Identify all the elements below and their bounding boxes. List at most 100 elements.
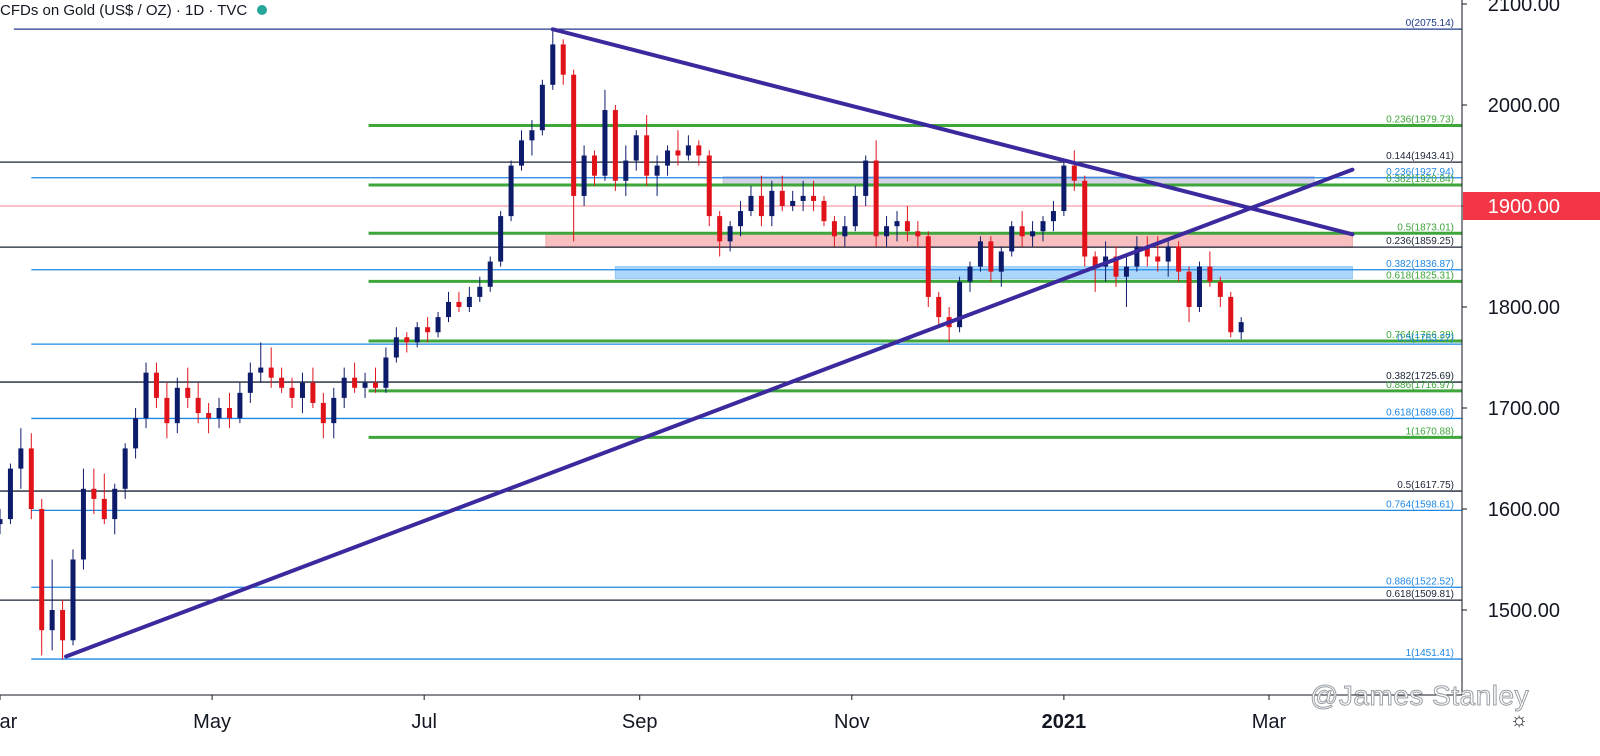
candle-body (1061, 165, 1067, 212)
time-tick-label: Nov (834, 711, 870, 733)
candle-body (884, 226, 890, 237)
candle-body (831, 221, 837, 237)
candle-body (612, 110, 618, 181)
price-tick-label: 1500.00 (1488, 600, 1560, 622)
fib-level-label: 0.5(1617.75) (1397, 480, 1454, 491)
candle-body (1165, 246, 1171, 262)
candle-body (685, 145, 691, 156)
gold-candlestick-chart[interactable]: 0(2075.14) 0.236(1979.73) 0.144(1943.41) 0.… (0, 0, 1600, 756)
candle-body (550, 44, 556, 85)
candle-body (122, 448, 128, 489)
candle-body (247, 372, 253, 393)
candle-body (195, 397, 201, 414)
fib-level-label: 0.886(1716.97) (1386, 380, 1454, 391)
fib-level-label: 0.236(1979.73) (1386, 114, 1454, 125)
fib-level-label: 0.382(1920.84) (1386, 174, 1454, 185)
candle-body (174, 387, 180, 424)
candle-body (696, 145, 702, 156)
candle-body (60, 610, 66, 641)
fib-level-label: 0.618(1825.31) (1386, 270, 1454, 281)
candle-body (560, 44, 566, 75)
candle-body (988, 241, 994, 272)
candle-body (644, 135, 650, 176)
price-axis[interactable]: 2100.00 2000.00 1900.00 1800.00 1700.00 1600.… (1461, 0, 1600, 756)
candle-body (1040, 221, 1046, 232)
candle-body (842, 226, 848, 237)
candle-body (362, 382, 368, 388)
candle-body (237, 392, 243, 419)
price-tick-label: 2000.00 (1488, 95, 1560, 117)
candle-body (894, 221, 900, 227)
candle-body (602, 110, 608, 176)
resistance-zone (545, 232, 1353, 248)
time-axis[interactable]: Mar May Jul Sep Nov 2021 Mar (0, 694, 1462, 756)
candle-body (925, 236, 931, 297)
candle-body (70, 559, 76, 641)
candle-body (258, 367, 264, 373)
candle-body (310, 382, 316, 403)
candle-body (571, 74, 577, 196)
candle-body (675, 150, 681, 156)
candle-body (153, 372, 159, 398)
time-tick-label: Mar (1252, 711, 1287, 733)
candle-body (811, 195, 817, 201)
candle-body (581, 155, 587, 196)
candle-body (1123, 266, 1129, 277)
candle-body (133, 418, 139, 449)
candle-body (967, 266, 973, 282)
time-tick-label: Jul (411, 711, 437, 733)
fib-level-label: 0(2075.14) (1406, 18, 1454, 29)
candle-body (1207, 266, 1213, 282)
time-tick-label: Sep (622, 711, 658, 733)
candle-body (185, 387, 191, 398)
candle-body (487, 261, 493, 287)
candle-body (633, 135, 639, 161)
fibonacci-levels: 0(2075.14) 0.236(1979.73) 0.144(1943.41) 0.… (0, 18, 1462, 660)
fib-level-label: 0.618(1689.68) (1386, 407, 1454, 418)
candle-body (748, 195, 754, 212)
candle-body (0, 519, 3, 525)
symbol-title[interactable]: CFDs on Gold (US$ / OZ) · 1D · TVC (0, 2, 247, 19)
candle-body (1009, 226, 1015, 252)
fib-level-label: 0.236(1859.25) (1386, 236, 1454, 247)
candle-body (1217, 281, 1223, 297)
fib-level-label: 0.5(1763.27) (1397, 333, 1454, 344)
candle-body (372, 382, 378, 388)
candle-body (508, 165, 514, 217)
candle-body (393, 337, 399, 358)
candle-body (226, 408, 232, 419)
candle-body (341, 377, 347, 398)
gear-icon[interactable]: ☼ (1507, 708, 1531, 732)
candle-body (383, 357, 389, 388)
candle-body (779, 190, 785, 206)
candle-body (529, 130, 535, 141)
descending-trendline (550, 27, 1355, 237)
candle-body (1196, 266, 1202, 307)
price-tick-label: 1600.00 (1488, 499, 1560, 521)
candle-body (39, 509, 45, 631)
candle-body (769, 190, 775, 217)
candle-body (91, 488, 97, 499)
candle-body (466, 296, 472, 307)
candle-body (164, 397, 170, 424)
fib-level-label: 0.886(1522.52) (1386, 576, 1454, 587)
fib-level-label: 0.144(1943.41) (1386, 151, 1454, 162)
fib-level-label: 1(1670.88) (1406, 426, 1454, 437)
candle-body (821, 200, 827, 222)
fib-level-label: 0.618(1509.81) (1386, 589, 1454, 600)
market-open-dot-icon (257, 5, 268, 15)
support-zone (614, 266, 1353, 280)
candle-body (80, 488, 86, 560)
candle-body (1155, 256, 1161, 262)
candle-body (299, 382, 305, 398)
candle-body (7, 468, 13, 520)
time-tick-label: May (193, 711, 231, 733)
price-tick-label: 1700.00 (1488, 398, 1560, 420)
candle-body (623, 160, 629, 181)
candle-body (435, 317, 441, 333)
price-tick-label: 2100.00 (1488, 0, 1560, 16)
candle-body (790, 200, 796, 206)
candle-body (28, 448, 34, 509)
candle-body (18, 448, 24, 469)
candle-body (852, 195, 858, 227)
